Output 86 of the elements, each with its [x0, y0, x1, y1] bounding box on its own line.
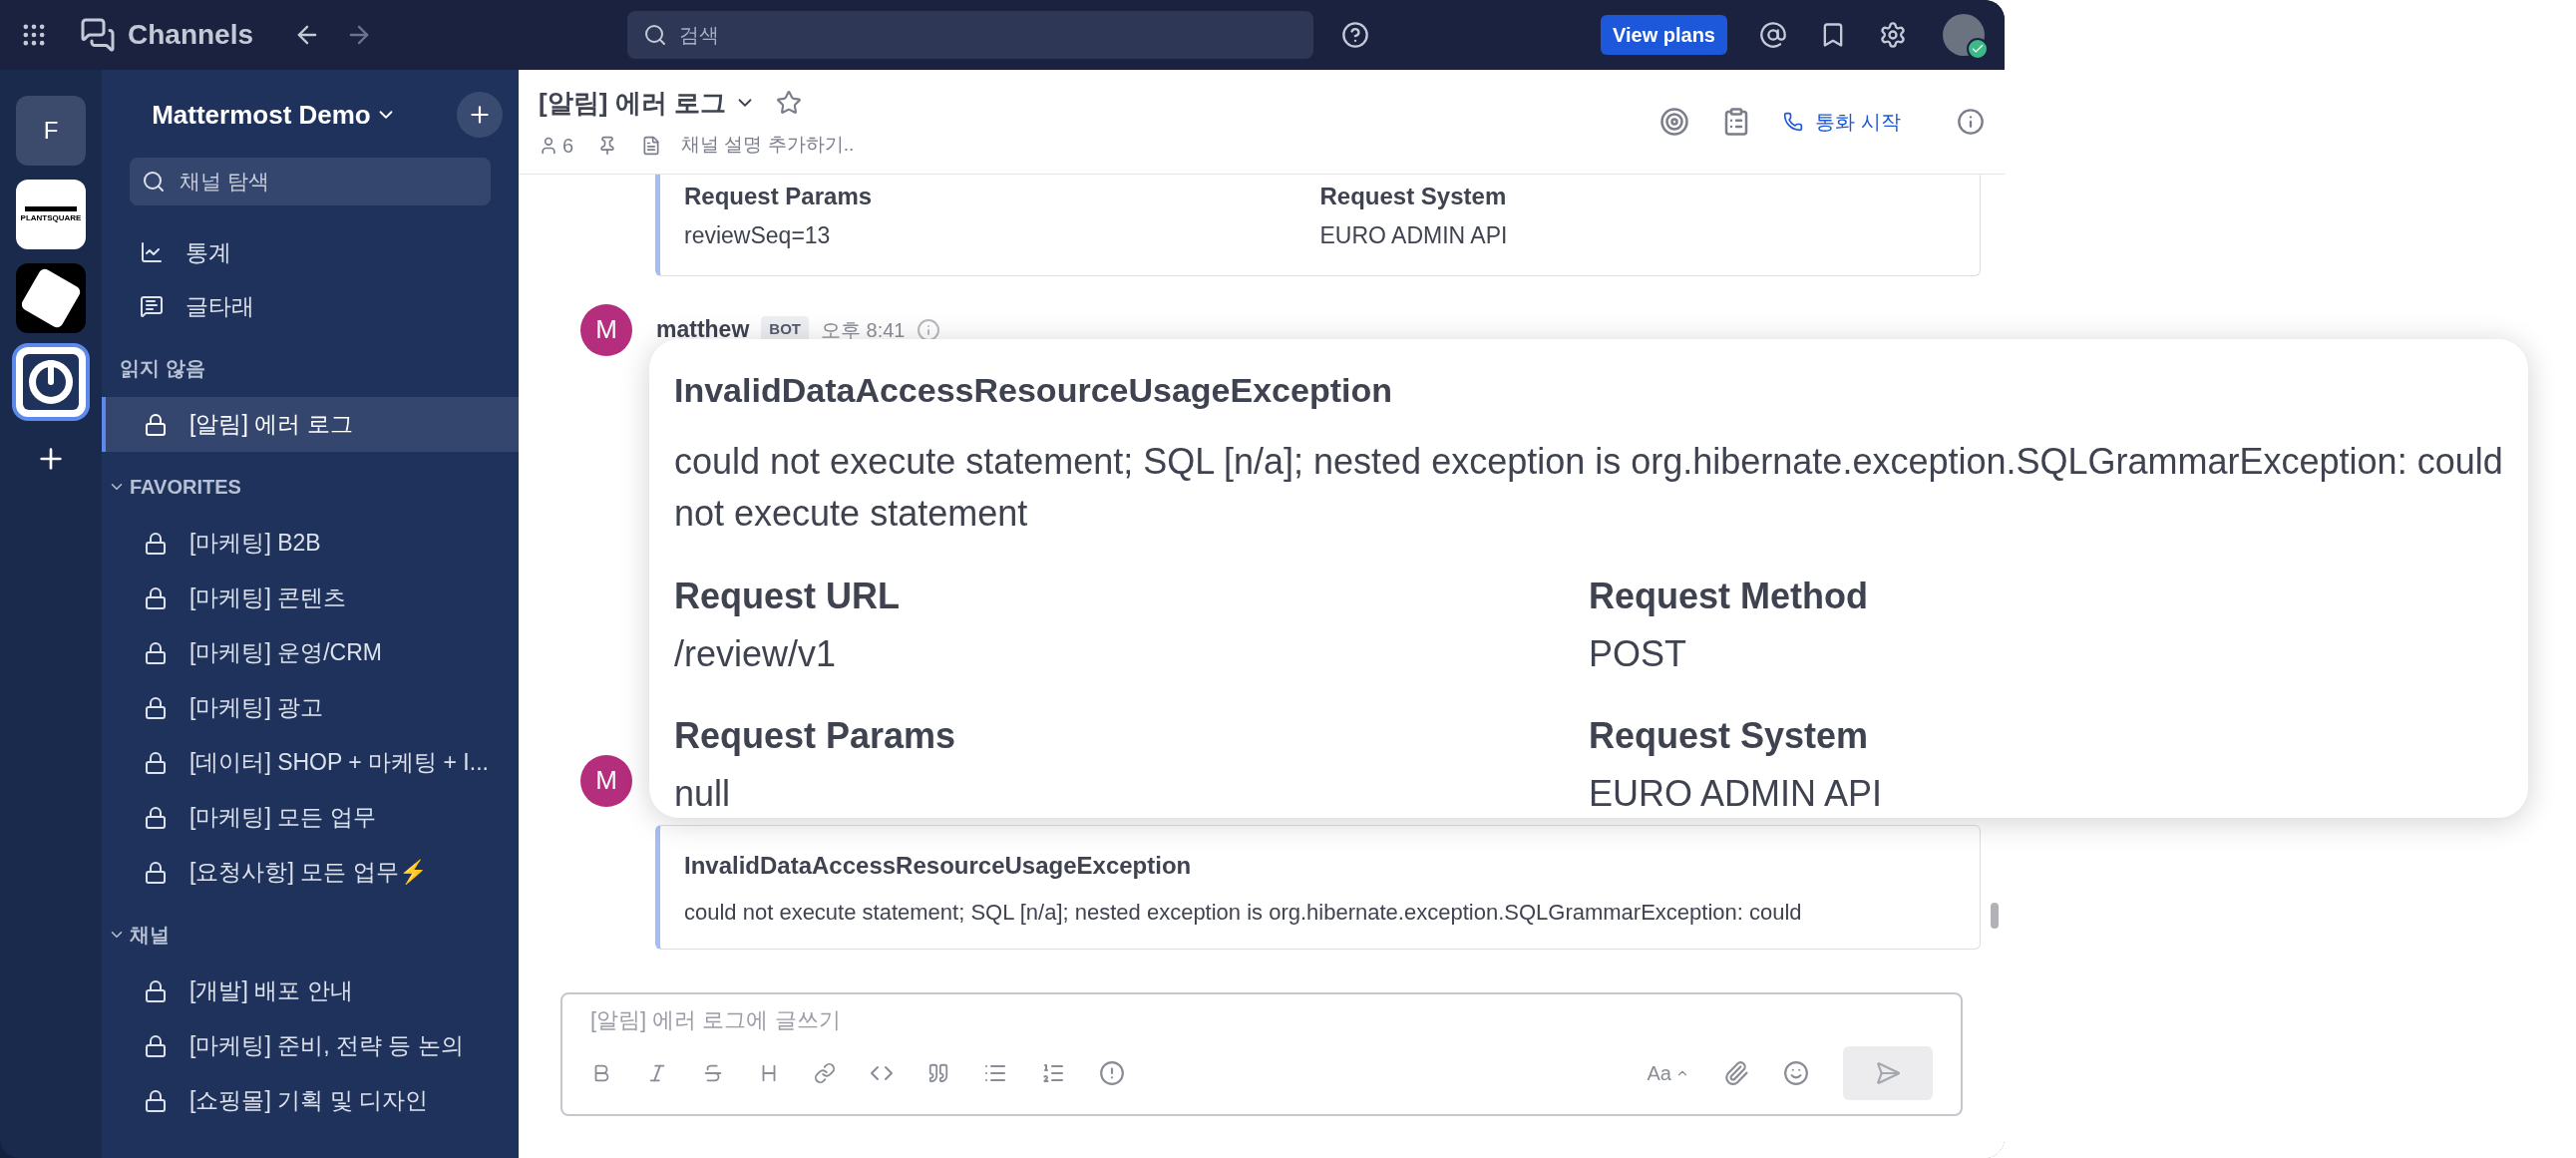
lock-icon [144, 805, 168, 830]
lock-icon [144, 978, 168, 1003]
lock-icon [144, 585, 168, 610]
search-field[interactable]: 검색 [627, 11, 1314, 59]
channel-item[interactable]: [개발] 배포 안내 [102, 964, 519, 1018]
channel-item[interactable]: [쇼핑몰] 기획 및 디자인 [102, 1073, 519, 1128]
field-title: Request System [1589, 714, 1870, 759]
lock-icon [144, 750, 168, 775]
info-icon[interactable] [917, 317, 941, 342]
field-value: POST [1589, 632, 1687, 677]
help-icon[interactable] [1341, 21, 1370, 49]
start-call-button[interactable]: 통화 시작 [1783, 107, 1901, 137]
send-icon [1875, 1060, 1901, 1086]
field-value: EURO ADMIN API [1589, 772, 1884, 817]
lock-icon [144, 695, 168, 720]
lock-icon [144, 1033, 168, 1058]
mentions-icon[interactable] [1759, 21, 1787, 49]
field-title: Request Params [684, 182, 874, 211]
field-value: /review/v1 [674, 632, 838, 677]
channel-item[interactable]: [마케팅] 준비, 전략 등 논의 [102, 1018, 519, 1073]
target-icon[interactable] [1659, 107, 1690, 137]
view-plans-button[interactable]: View plans [1601, 15, 1727, 55]
field-title: Request URL [674, 575, 902, 619]
quote-icon[interactable] [927, 1062, 949, 1084]
attachment-text: could not execute statement; SQL [n/a]; nested exception is org.hibernate.exception.SQLGrammarException: could [684, 898, 1803, 927]
channel-item[interactable]: [마케팅] 콘텐츠 [102, 571, 519, 625]
product-title: Channels [128, 18, 254, 52]
nav-item[interactable]: 통계 [102, 225, 519, 279]
document-icon[interactable] [641, 135, 662, 156]
section-title[interactable]: FAVORITES [130, 472, 241, 502]
search-icon [142, 170, 166, 193]
nav-item[interactable]: 글타래 [102, 279, 519, 333]
settings-icon[interactable] [1879, 21, 1907, 49]
phone-icon [1783, 112, 1804, 132]
threads-icon [140, 294, 164, 318]
field-title: Request Params [674, 714, 957, 759]
logo-icon [23, 354, 79, 410]
channel-item[interactable]: [알림] 에러 로그 [102, 397, 519, 452]
chart-icon [140, 240, 164, 264]
add-button[interactable] [457, 92, 503, 138]
lock-icon [144, 640, 168, 665]
user-avatar: M [580, 303, 632, 356]
field-value: null [674, 772, 732, 817]
lock-icon [144, 860, 168, 885]
channel-item[interactable]: [데이터] SHOP + 마케팅 + I... [102, 735, 519, 790]
send-button[interactable] [1843, 1046, 1933, 1100]
channel-search-field[interactable]: 채널 탐색 [130, 158, 491, 205]
channel-item[interactable]: [마케팅] 광고 [102, 680, 519, 735]
attachment-icon[interactable] [1723, 1060, 1749, 1086]
strikethrough-icon[interactable] [702, 1062, 724, 1084]
user-avatar: M [580, 754, 632, 807]
message-field[interactable]: [알림] 에러 로그에 글쓰기 [562, 994, 1961, 1046]
members-icon[interactable] [539, 135, 558, 156]
lock-icon [144, 1088, 168, 1113]
section-title[interactable]: 채널 [130, 920, 170, 950]
member-count[interactable]: 6 [562, 130, 574, 161]
channel-item[interactable]: [마케팅] 모든 업무 [102, 790, 519, 845]
popup-title: InvalidDataAccessResourceUsageException [674, 370, 1393, 411]
attachment-title: InvalidDataAccessResourceUsageException [684, 850, 1193, 881]
star-icon[interactable] [775, 90, 802, 116]
alert-icon[interactable] [1099, 1060, 1125, 1086]
link-icon[interactable] [814, 1062, 836, 1084]
lock-icon [144, 412, 168, 437]
user-avatar[interactable] [1943, 14, 1985, 56]
channel-title[interactable]: [알림] 에러 로그 [539, 83, 726, 123]
chat-icon [80, 17, 116, 53]
field-value: EURO ADMIN API [1319, 221, 1509, 250]
team-button[interactable]: PLANTSQUARE [16, 180, 86, 249]
field-title: Request Method [1589, 575, 1869, 619]
lock-icon [144, 531, 168, 556]
team-name[interactable]: Mattermost Demo [152, 95, 371, 135]
numbered-list-icon[interactable] [1041, 1061, 1065, 1085]
field-title: Request System [1319, 182, 1508, 211]
scrollbar-thumb [1991, 903, 1999, 929]
section-title[interactable]: 읽지 않음 [108, 353, 205, 383]
field-value: reviewSeq=13 [684, 221, 832, 250]
emoji-icon[interactable] [1783, 1060, 1809, 1086]
search-icon [643, 23, 668, 47]
team-button[interactable]: F [16, 96, 86, 166]
info-icon[interactable] [1957, 108, 1985, 136]
channel-description-placeholder[interactable]: 채널 설명 추가하기.. [681, 131, 855, 160]
channel-item[interactable]: [마케팅] 운영/CRM [102, 625, 519, 680]
popup-text: could not execute statement; SQL [n/a]; nested exception is org.hibernate.exception.SQLGrammarException: could not execute statement [674, 440, 2503, 537]
channel-item[interactable]: [마케팅] B2B [102, 516, 519, 571]
team-button[interactable] [16, 263, 86, 333]
channel-item[interactable]: [요청사항] 모든 업무⚡ [102, 845, 519, 900]
